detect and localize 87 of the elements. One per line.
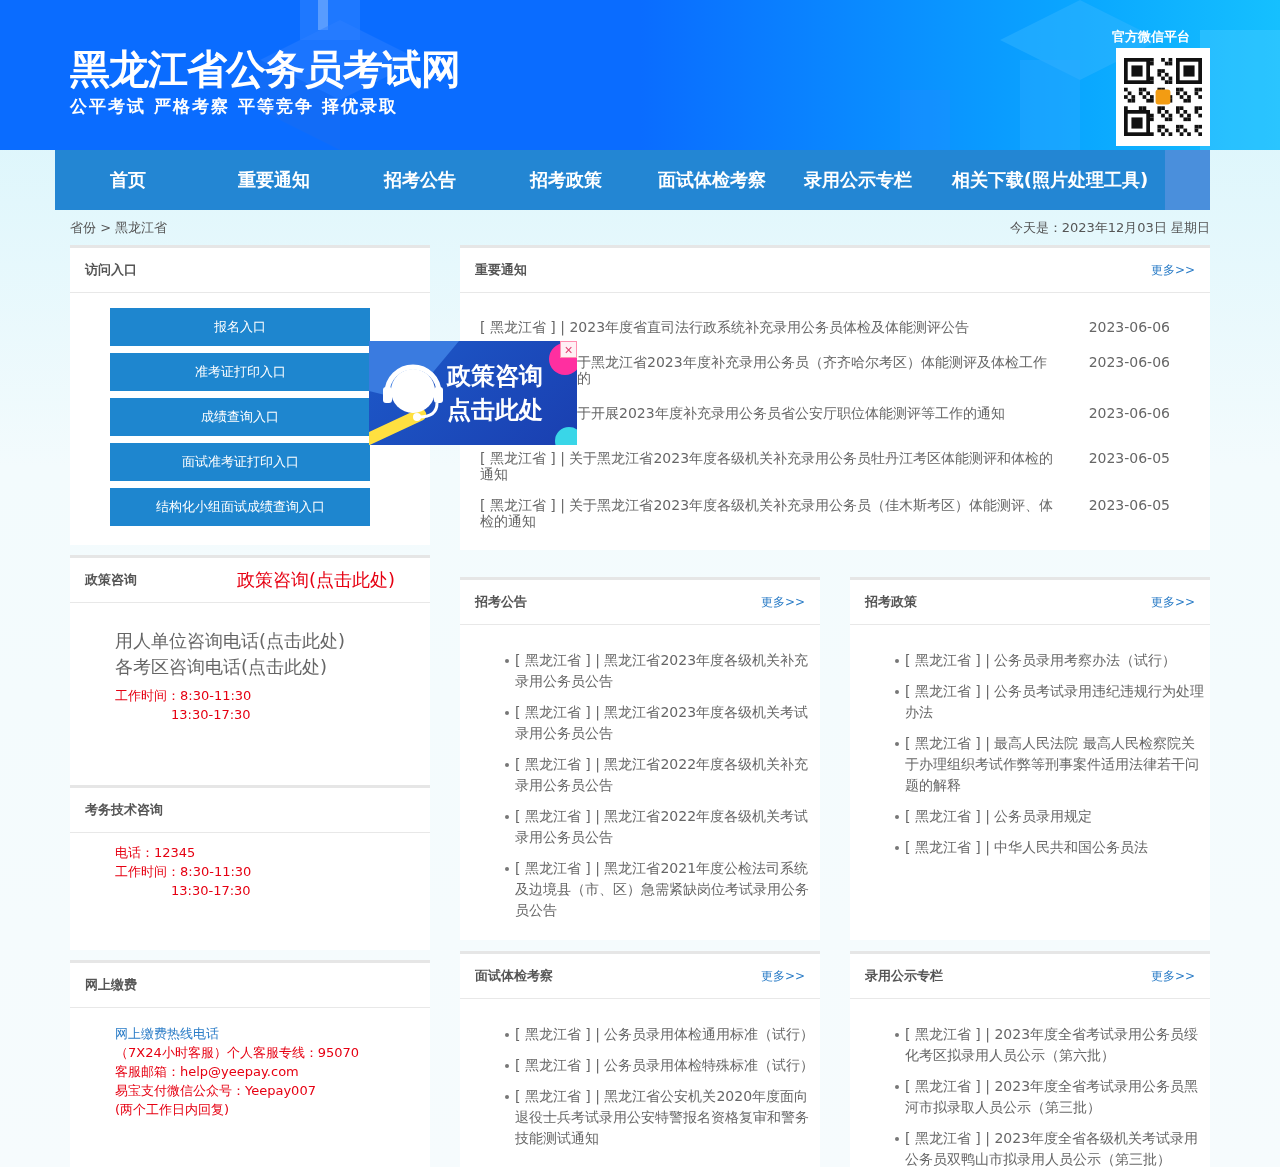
news-link[interactable]: [ 黑龙江省 ] | 公务员录用体检特殊标准（试行）: [515, 1055, 815, 1076]
notice-link[interactable]: [ 黑龙江省 ] | 2023年度省直司法行政系统补充录用公务员体检及体能测评公告: [480, 319, 1060, 335]
contact-line: 客服邮箱：help@yeepay.com: [115, 1063, 300, 1081]
breadcrumb: 省份 > 黑龙江省: [70, 218, 168, 237]
news-link[interactable]: [ 黑龙江省 ] | 黑龙江省2023年度各级机关考试录用公务员公告: [515, 702, 815, 744]
news-link[interactable]: [ 黑龙江省 ] | 最高人民法院 最高人民检察院关于办理组织考试作弊等刑事案件适用法律若干问题的解释: [905, 733, 1205, 796]
bullet-icon: [505, 763, 509, 767]
bullet-icon: [505, 867, 509, 871]
bullet-icon: [895, 1085, 899, 1089]
panel-title: 考务技术咨询: [85, 801, 163, 819]
qr-label: 官方微信平台: [1112, 28, 1190, 46]
panel-title: 招考政策: [865, 593, 917, 611]
more-link[interactable]: 更多>>: [760, 593, 805, 611]
notice-link[interactable]: [ 黑龙江省 ] | 关于黑龙江省2023年度各级机关补充录用公务员（佳木斯考区）体能测评、体检的通知: [480, 497, 1060, 529]
slogan: 公平考试 严格考察 平等竞争 择优录取: [70, 95, 398, 118]
nav-link[interactable]: 首页: [55, 150, 201, 210]
panel-title: 面试体检考察: [475, 967, 553, 985]
news-link[interactable]: [ 黑龙江省 ] | 公务员考试录用违纪违规行为处理办法: [905, 681, 1205, 723]
phone-link[interactable]: 用人单位咨询电话(点击此处): [115, 628, 430, 654]
entry-button[interactable]: 结构化小组面试成绩查询入口: [110, 488, 370, 526]
bullet-icon: [505, 1095, 509, 1099]
entry-button[interactable]: 面试准考证打印入口: [110, 443, 370, 481]
bullet-icon: [505, 659, 509, 663]
bullet-icon: [505, 1064, 509, 1068]
bullet-icon: [895, 659, 899, 663]
headset-icon: [383, 364, 443, 421]
notice-date: 2023-06-05: [1088, 497, 1170, 515]
panel-title: 重要通知: [475, 261, 527, 279]
entry-button[interactable]: 准考证打印入口: [110, 353, 370, 391]
news-link[interactable]: [ 黑龙江省 ] | 黑龙江省2022年度各级机关考试录用公务员公告: [515, 806, 815, 848]
contact-line: 电话：12345: [115, 844, 197, 862]
bullet-icon: [505, 815, 509, 819]
policy-link[interactable]: 政策咨询(点击此处): [236, 568, 395, 592]
panel-title: 网上缴费: [85, 976, 137, 994]
bullet-icon: [895, 690, 899, 694]
news-link[interactable]: [ 黑龙江省 ] | 2023年度全省各级机关考试录用公务员双鸭山市拟录用人员公示（第三批）: [905, 1128, 1205, 1167]
news-link[interactable]: [ 黑龙江省 ] | 中华人民共和国公务员法: [905, 837, 1149, 858]
news-link[interactable]: [ 黑龙江省 ] | 黑龙江省2022年度各级机关补充录用公务员公告: [515, 754, 815, 796]
notice-link[interactable]: [ 黑龙江省 ] | 关于黑龙江省2023年度各级机关补充录用公务员牡丹江考区体能测评和体检的通知: [480, 450, 1060, 482]
contact-line: 易宝支付微信公众号：Yeepay007: [115, 1082, 317, 1100]
notice-date: 2023-06-06: [1088, 319, 1170, 335]
qr-code-icon: [1124, 56, 1202, 138]
work-hours: 13:30-17:30: [170, 706, 252, 724]
bullet-icon: [895, 1137, 899, 1141]
entry-button[interactable]: 成绩查询入口: [110, 398, 370, 436]
contact-line: 13:30-17:30: [170, 882, 252, 900]
bullet-icon: [505, 711, 509, 715]
nav-link[interactable]: 招考政策: [493, 150, 639, 210]
hotline-link[interactable]: 网上缴费热线电话: [115, 1024, 430, 1043]
nav-link[interactable]: 面试体检考察: [639, 150, 785, 210]
bullet-icon: [895, 1033, 899, 1037]
news-link[interactable]: [ 黑龙江省 ] | 公务员录用考察办法（试行）: [905, 650, 1177, 671]
news-link[interactable]: [ 黑龙江省 ] | 公务员录用规定: [905, 806, 1093, 827]
nav-link[interactable]: 重要通知: [201, 150, 347, 210]
site-title: 黑龙江省公务员考试网: [70, 45, 460, 94]
nav-link[interactable]: 相关下载(照片处理工具): [935, 150, 1165, 210]
notice-date: 2023-06-06: [1088, 354, 1170, 372]
contact-line: （7X24小时客服）个人客服专线：95070: [115, 1044, 361, 1062]
panel-title: 招考公告: [475, 593, 527, 611]
news-link[interactable]: [ 黑龙江省 ] | 黑龙江省2023年度各级机关补充录用公务员公告: [515, 650, 815, 692]
bullet-icon: [895, 846, 899, 850]
more-link[interactable]: 更多>>: [1150, 261, 1195, 279]
news-link[interactable]: [ 黑龙江省 ] | 公务员录用体检通用标准（试行）: [515, 1024, 815, 1045]
news-link[interactable]: [ 黑龙江省 ] | 黑龙江省公安机关2020年度面向退役士兵考试录用公安特警报名资格复审和警务技能测试通知: [515, 1086, 815, 1149]
news-link[interactable]: [ 黑龙江省 ] | 2023年度全省考试录用公务员绥化考区拟录用人员公示（第六批）: [905, 1024, 1205, 1066]
close-button[interactable]: ×: [560, 341, 577, 358]
bullet-icon: [895, 815, 899, 819]
more-link[interactable]: 更多>>: [760, 967, 805, 985]
bullet-icon: [505, 1033, 509, 1037]
work-hours: 工作时间：8:30-11:30: [115, 687, 253, 705]
bullet-icon: [895, 742, 899, 746]
news-link[interactable]: [ 黑龙江省 ] | 2023年度全省考试录用公务员黑河市拟录取人员公示（第三批）: [905, 1076, 1205, 1118]
today-date: 今天是：2023年12月03日 星期日: [1009, 218, 1210, 237]
notice-date: 2023-06-06: [1088, 405, 1170, 421]
notice-date: 2023-06-05: [1088, 450, 1170, 468]
panel-title: 政策咨询: [85, 571, 137, 589]
news-link[interactable]: [ 黑龙江省 ] | 黑龙江省2021年度公检法司系统及边境县（市、区）急需紧缺岗位考试录用公务员公告: [515, 858, 815, 921]
nav-link[interactable]: 招考公告: [347, 150, 493, 210]
phone-link[interactable]: 各考区咨询电话(点击此处): [115, 654, 430, 680]
panel-title: 录用公示专栏: [865, 967, 943, 985]
contact-line: 工作时间：8:30-11:30: [115, 863, 253, 881]
more-link[interactable]: 更多>>: [1150, 967, 1195, 985]
more-link[interactable]: 更多>>: [1150, 593, 1195, 611]
nav-link[interactable]: 录用公示专栏: [785, 150, 931, 210]
contact-line: (两个工作日内回复): [115, 1101, 231, 1119]
panel-title: 访问入口: [85, 261, 137, 279]
entry-button[interactable]: 报名入口: [110, 308, 370, 346]
